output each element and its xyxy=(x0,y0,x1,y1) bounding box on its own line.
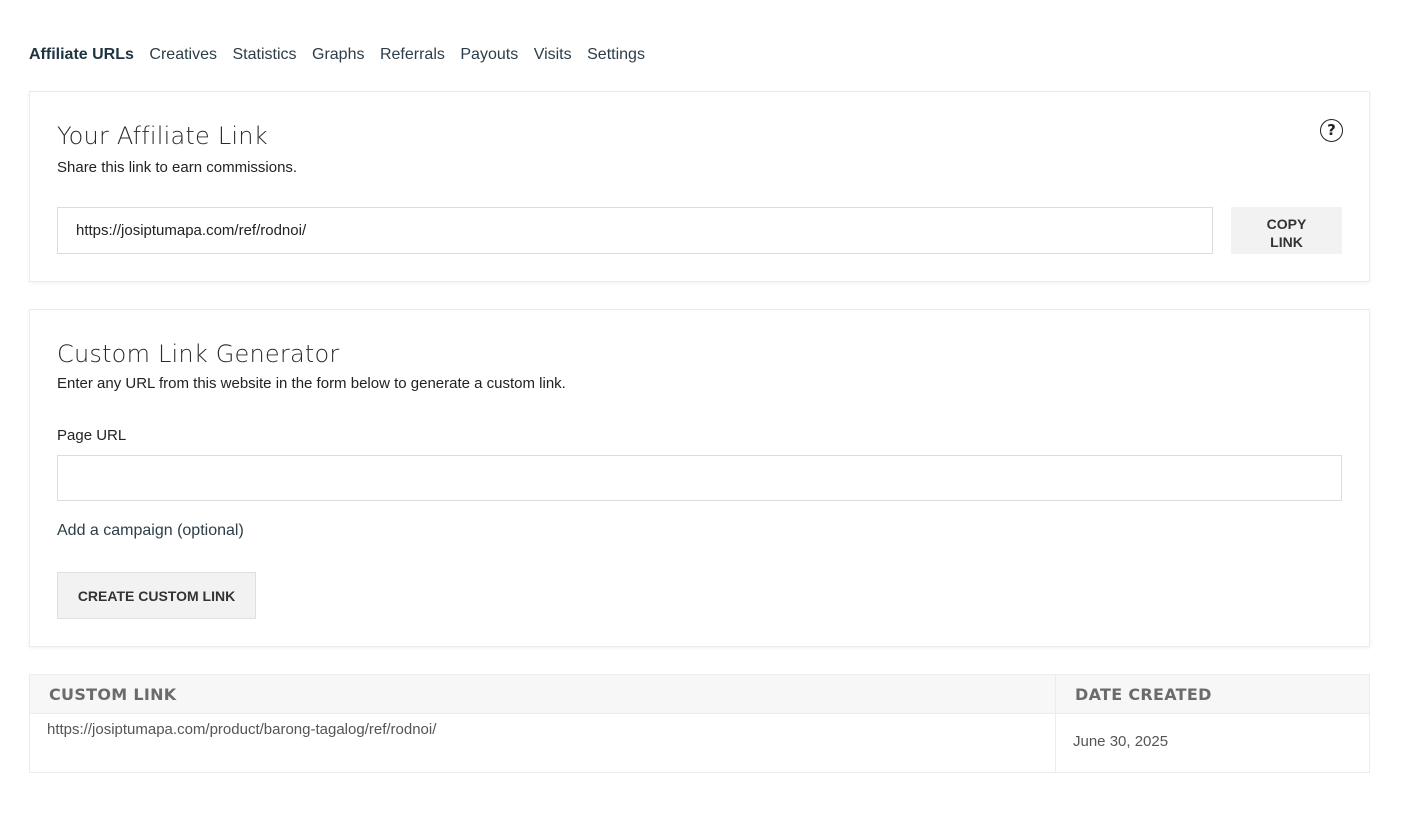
affiliate-link-subtitle: Share this link to earn commissions. xyxy=(57,159,298,176)
page-url-input[interactable] xyxy=(57,455,1342,501)
tab-referrals[interactable]: Referrals xyxy=(380,46,445,64)
generator-title: Custom Link Generator xyxy=(57,340,340,368)
page-url-label: Page URL xyxy=(57,427,127,444)
affiliate-tabs: Affiliate URLs Creatives Statistics Grap… xyxy=(29,46,660,64)
table-row: https://josiptumapa.com/product/barong-t… xyxy=(30,714,1369,772)
custom-links-table: CUSTOM LINK DATE CREATED https://josiptu… xyxy=(29,674,1370,773)
custom-link-generator-card: Custom Link Generator Enter any URL from… xyxy=(29,309,1370,647)
tab-statistics[interactable]: Statistics xyxy=(232,46,296,64)
tab-visits[interactable]: Visits xyxy=(534,46,572,64)
tab-settings[interactable]: Settings xyxy=(587,46,645,64)
generator-subtitle: Enter any URL from this website in the f… xyxy=(57,375,566,392)
copy-link-button[interactable]: COPY LINK xyxy=(1231,207,1342,254)
table-header: CUSTOM LINK DATE CREATED xyxy=(30,675,1369,714)
date-created-cell: June 30, 2025 xyxy=(1073,733,1169,750)
affiliate-link-card: Your Affiliate Link Share this link to e… xyxy=(29,91,1370,282)
affiliate-url-field[interactable] xyxy=(57,207,1213,254)
create-custom-link-button[interactable]: CREATE CUSTOM LINK xyxy=(57,572,256,619)
tab-creatives[interactable]: Creatives xyxy=(149,46,217,64)
affiliate-link-title: Your Affiliate Link xyxy=(57,122,268,150)
tab-affiliate-urls[interactable]: Affiliate URLs xyxy=(29,46,134,64)
column-header-custom-link: CUSTOM LINK xyxy=(30,675,1056,713)
tab-payouts[interactable]: Payouts xyxy=(460,46,518,64)
help-icon[interactable]: ? xyxy=(1320,119,1343,142)
column-header-date-created: DATE CREATED xyxy=(1075,685,1212,704)
add-campaign-link[interactable]: Add a campaign (optional) xyxy=(57,522,244,540)
tab-graphs[interactable]: Graphs xyxy=(312,46,364,64)
custom-link-cell: https://josiptumapa.com/product/barong-t… xyxy=(30,714,1056,772)
